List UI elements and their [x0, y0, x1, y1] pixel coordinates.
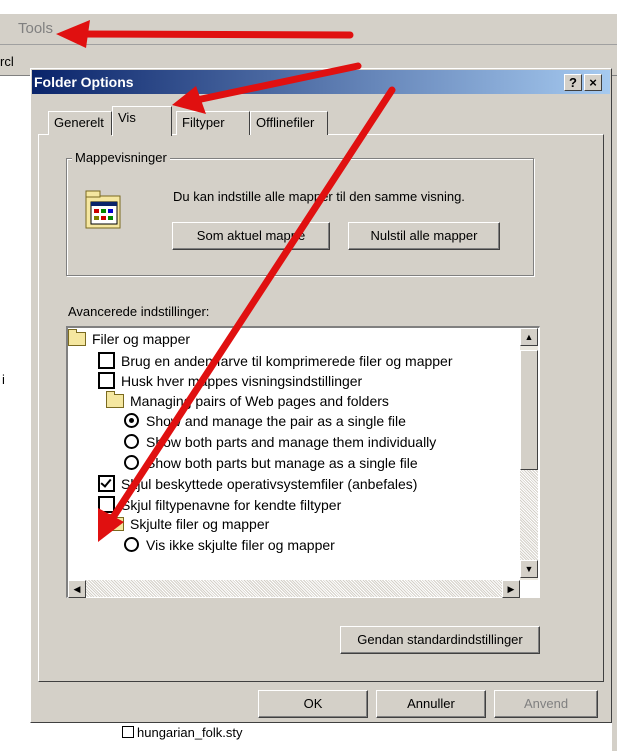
tree-item-label: Show and manage the pair as a single fil…: [146, 413, 406, 430]
left-pane: [0, 76, 30, 751]
apply-current-folder-button[interactable]: Som aktuel mappe: [172, 222, 330, 250]
close-button[interactable]: ×: [584, 74, 602, 91]
group-description: Du kan indstille alle mapper til den sam…: [173, 189, 465, 204]
tree-folder: Managing pairs of Web pages and folders: [106, 390, 389, 409]
radio-button[interactable]: [124, 434, 139, 449]
tab-offlinefiler[interactable]: Offlinefiler: [250, 111, 328, 135]
checkbox[interactable]: [98, 495, 115, 513]
horizontal-scrollbar[interactable]: [68, 580, 520, 597]
tree-checkbox-option[interactable]: Husk hver mappes visningsindstillinger: [98, 372, 363, 390]
tree-item-label: Skjulte filer og mapper: [130, 516, 270, 533]
dialog-title: Folder Options: [34, 74, 134, 90]
tab-vis[interactable]: Vis: [112, 106, 172, 136]
tree-checkbox-option[interactable]: Skjul filtypenavne for kendte filtyper: [98, 495, 342, 513]
checkbox[interactable]: [98, 475, 115, 493]
vertical-scroll-track[interactable]: [520, 470, 538, 560]
tab-generelt[interactable]: Generelt: [48, 111, 112, 135]
folder-icon: [106, 514, 124, 532]
tree-radio-option[interactable]: Show and manage the pair as a single fil…: [124, 413, 406, 429]
tree-item-label: Skjul beskyttede operativsystemfiler (an…: [121, 476, 418, 493]
folder-icon: [68, 329, 86, 346]
apply-button[interactable]: Anvend: [494, 690, 598, 718]
file-icon: [122, 726, 134, 738]
scroll-left-arrow-icon[interactable]: ◀: [68, 580, 86, 598]
folder-views-group: [66, 158, 534, 276]
tree-item-label: Vis ikke skjulte filer og mapper: [146, 537, 335, 553]
toolbar-fragment: rcl: [0, 54, 14, 69]
restore-defaults-button[interactable]: Gendan standardindstillinger: [340, 626, 540, 654]
advanced-settings-label: Avancerede indstillinger:: [68, 304, 210, 319]
tree-item-label: Filer og mapper: [92, 331, 191, 347]
tree-radio-option[interactable]: Show both parts but manage as a single f…: [124, 454, 418, 471]
tree-item-label: Brug en anden farve til komprimerede fil…: [121, 352, 453, 369]
vertical-scroll-thumb[interactable]: [520, 350, 538, 470]
menu-bar: [0, 14, 617, 45]
checkbox[interactable]: [98, 351, 115, 369]
tree-item-label: Skjul filtypenavne for kendte filtyper: [121, 496, 342, 513]
tree-checkbox-option[interactable]: Brug en anden farve til komprimerede fil…: [98, 351, 453, 369]
reset-all-folders-button[interactable]: Nulstil alle mapper: [348, 222, 500, 250]
group-title: Mappevisninger: [72, 150, 170, 165]
help-button[interactable]: ?: [564, 74, 582, 91]
scroll-up-arrow-icon[interactable]: ▲: [520, 328, 538, 346]
left-pane-fragment: i: [2, 372, 5, 387]
radio-button[interactable]: [124, 454, 139, 470]
checkbox[interactable]: [98, 372, 115, 390]
ok-button[interactable]: OK: [258, 690, 368, 718]
menu-tools[interactable]: Tools: [18, 20, 53, 37]
tree-radio-option[interactable]: Vis ikke skjulte filer og mapper: [124, 537, 335, 553]
folder-view-icon: [85, 190, 121, 229]
tree-item-label: Managing pairs of Web pages and folders: [130, 392, 389, 409]
tree-folder: Skjulte filer og mapper: [106, 514, 270, 533]
file-name: hungarian_folk.sty: [137, 725, 243, 740]
tree-radio-option[interactable]: Show both parts and manage them individu…: [124, 434, 436, 450]
file-list-item[interactable]: hungarian_folk.sty: [118, 725, 247, 740]
right-edge: [612, 76, 617, 751]
scroll-right-arrow-icon[interactable]: ▶: [502, 580, 520, 598]
radio-button[interactable]: [124, 413, 139, 429]
cancel-button[interactable]: Annuller: [376, 690, 486, 718]
tree-checkbox-option[interactable]: Skjul beskyttede operativsystemfiler (an…: [98, 475, 418, 493]
tree-item-label: Show both parts but manage as a single f…: [146, 454, 418, 471]
tree-item-label: Show both parts and manage them individu…: [146, 434, 437, 450]
tree-folder: Filer og mapper: [68, 329, 191, 347]
scroll-down-arrow-icon[interactable]: ▼: [520, 560, 538, 578]
radio-button[interactable]: [124, 537, 139, 552]
tree-item-label: Husk hver mappes visningsindstillinger: [121, 373, 363, 390]
tab-filtyper[interactable]: Filtyper: [176, 111, 250, 135]
folder-icon: [106, 390, 124, 408]
